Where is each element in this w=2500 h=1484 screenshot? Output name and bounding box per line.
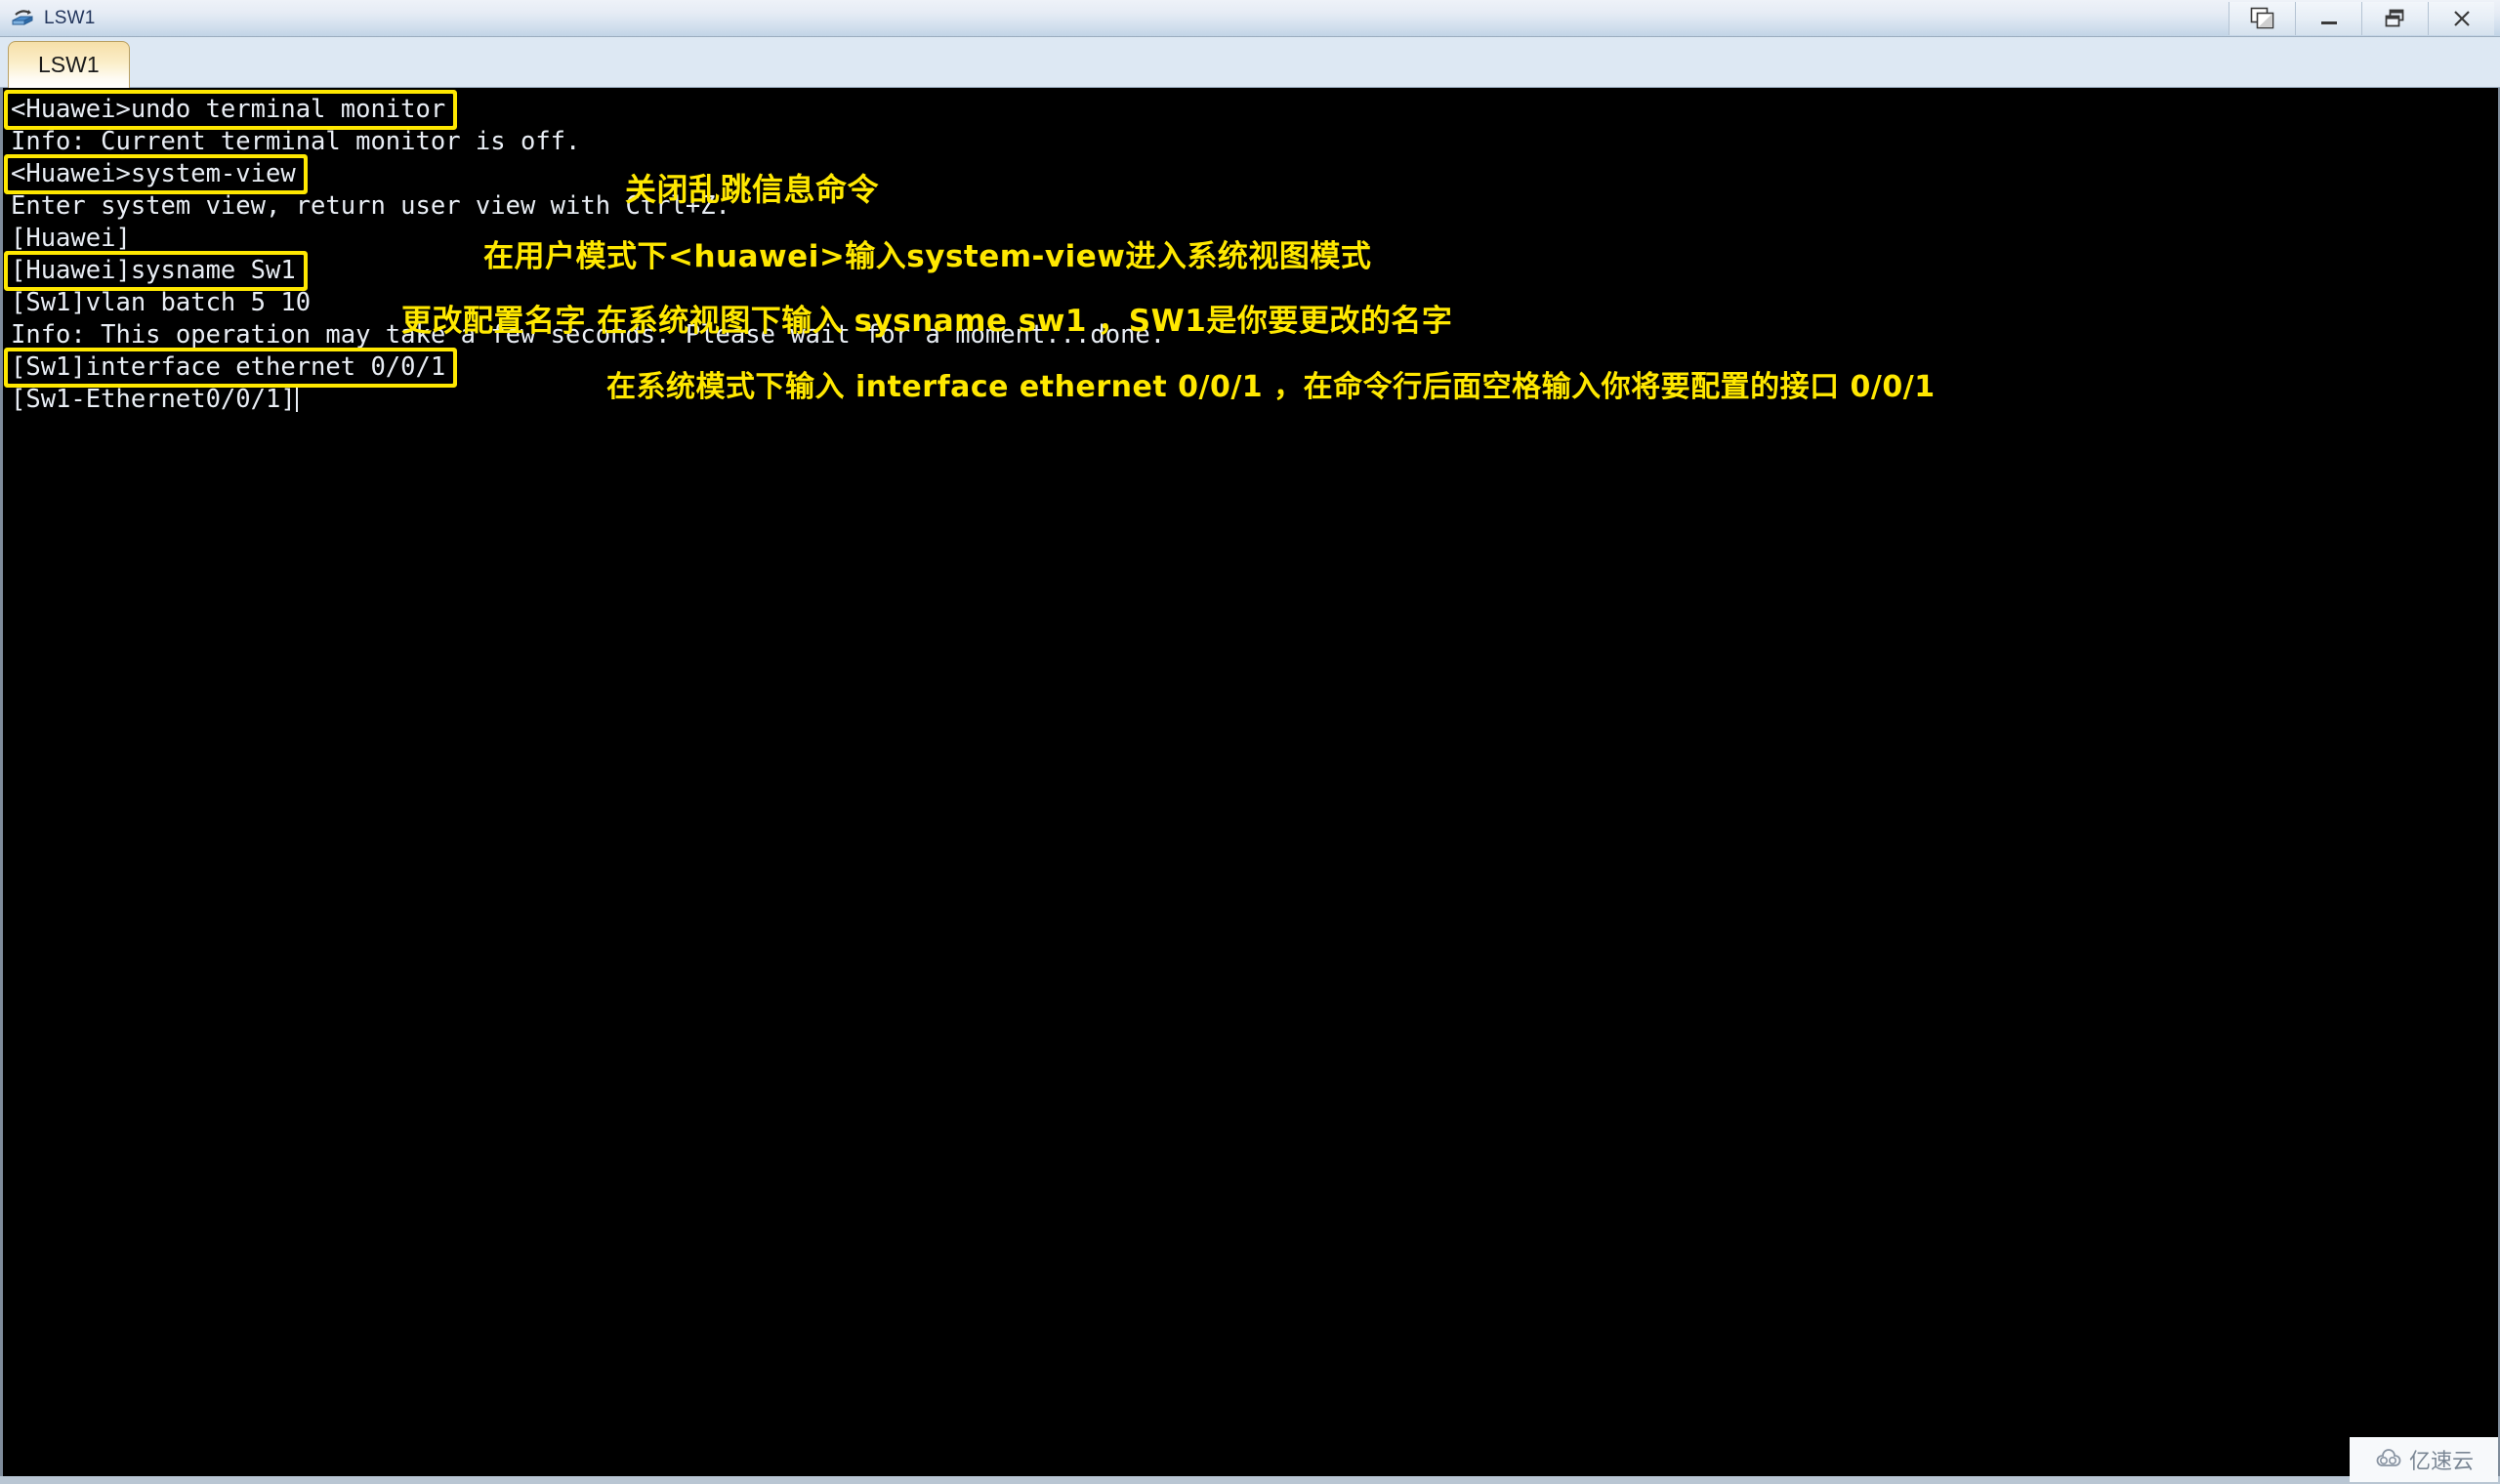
terminal-text: [Sw1]vlan batch 5 10 xyxy=(11,288,312,317)
maximize-button[interactable] xyxy=(2361,2,2428,35)
terminal-text: Enter system view, return user view with… xyxy=(11,191,730,221)
text-cursor xyxy=(295,387,298,412)
close-button[interactable] xyxy=(2428,2,2494,35)
window-title: LSW1 xyxy=(44,7,96,28)
bottom-strip xyxy=(0,1476,2500,1484)
terminal-text: [Huawei] xyxy=(11,224,131,253)
terminal-line: <Huawei>undo terminal monitor xyxy=(8,94,2498,126)
annotation-1: 关闭乱跳信息命令 xyxy=(625,171,880,208)
watermark-text: 亿速云 xyxy=(2408,1450,2474,1474)
terminal-line: Info: Current terminal monitor is off. xyxy=(11,126,2498,158)
restore-group-button[interactable] xyxy=(2229,2,2295,35)
terminal-command: [Huawei]sysname Sw1 xyxy=(8,255,304,287)
terminal-text: Info: Current terminal monitor is off. xyxy=(11,127,581,156)
close-icon xyxy=(2449,7,2475,30)
terminal-command: [Sw1]interface ethernet 0/0/1 xyxy=(8,351,454,384)
terminal-output: <Huawei>undo terminal monitor Info: Curr… xyxy=(3,88,2498,1482)
annotation-4: 在系统模式下输入 interface ethernet 0/0/1 ，在命令行后… xyxy=(606,370,1936,404)
watermark: 亿速云 xyxy=(2350,1437,2498,1482)
cloud-icon xyxy=(2374,1449,2403,1470)
switch-icon xyxy=(10,6,35,31)
application-window: LSW1 LSW1 <Huawei>undo terminal monitor … xyxy=(0,0,2500,1484)
title-bar-left: LSW1 xyxy=(10,6,96,31)
title-bar: LSW1 xyxy=(0,0,2500,37)
annotation-2: 在用户模式下<huawei>输入system-view进入系统视图模式 xyxy=(483,239,1372,274)
terminal-command: <Huawei>undo terminal monitor xyxy=(8,94,454,126)
annotation-3: 更改配置名字 在系统视图下输入 sysname sw1 ，SW1是你要更改的名字 xyxy=(401,304,1453,339)
tab-lsw1[interactable]: LSW1 xyxy=(8,41,130,88)
terminal-command: <Huawei>system-view xyxy=(8,158,304,190)
maximize-icon xyxy=(2383,7,2408,30)
tab-strip: LSW1 xyxy=(0,37,2500,88)
minimize-button[interactable] xyxy=(2295,2,2361,35)
windows-stack-icon xyxy=(2250,7,2275,30)
tab-label: LSW1 xyxy=(38,52,100,77)
terminal-panel[interactable]: <Huawei>undo terminal monitor Info: Curr… xyxy=(0,88,2500,1484)
terminal-prompt: [Sw1-Ethernet0/0/1] xyxy=(11,385,296,414)
window-controls xyxy=(2229,2,2494,35)
terminal-line: Enter system view, return user view with… xyxy=(11,190,2498,223)
terminal-line: <Huawei>system-view xyxy=(8,158,2498,190)
minimize-icon xyxy=(2316,7,2342,30)
